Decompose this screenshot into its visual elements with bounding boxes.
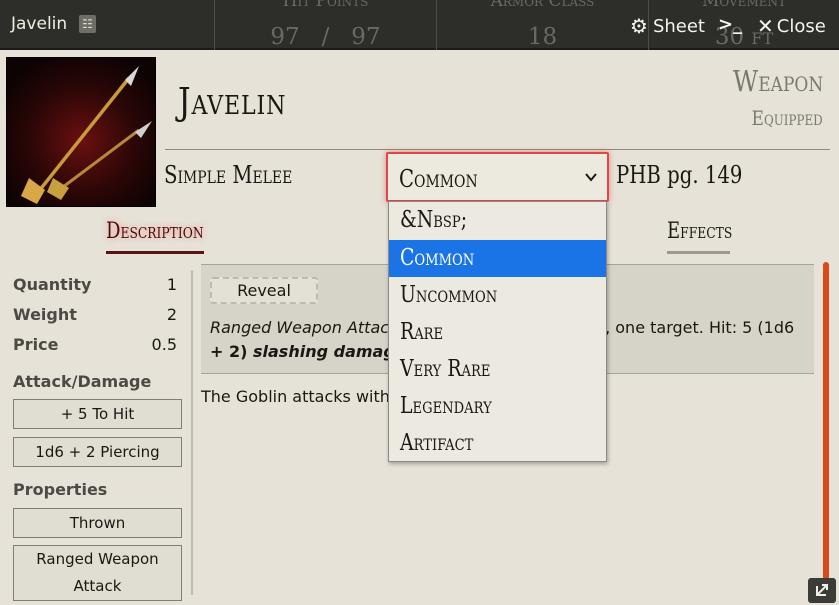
hit-points-value: 97 / 97 <box>270 24 381 50</box>
property-thrown-tag[interactable]: Thrown <box>13 508 182 538</box>
damage-tag[interactable]: 1d6 + 2 Piercing <box>13 437 182 467</box>
tab-effects[interactable]: Effects <box>667 219 732 244</box>
close-button-label: Close <box>776 15 826 37</box>
armor-class-stat: Armor Class 18 <box>436 0 648 50</box>
chevron-down-icon <box>585 173 597 182</box>
header-divider <box>165 149 830 150</box>
scrollbar[interactable] <box>823 262 829 580</box>
source-reference: PHB pg. 149 <box>616 161 743 189</box>
to-hit-tag[interactable]: + 5 To Hit <box>13 399 182 429</box>
rarity-option-very-rare[interactable]: Very Rare <box>389 351 606 388</box>
quantity-label: Quantity <box>13 275 92 294</box>
resize-icon <box>816 584 828 596</box>
weight-row: Weight 2 <box>13 305 177 327</box>
description-body: The Goblin attacks with <box>201 387 390 406</box>
damage-bonus: + 2) <box>210 342 248 361</box>
item-image[interactable] <box>6 57 156 207</box>
quantity-row: Quantity 1 <box>13 275 177 297</box>
tab-description[interactable]: Description <box>106 219 204 244</box>
weapon-subtype: Simple Melee <box>164 161 293 189</box>
armor-class-value: 18 <box>527 24 558 50</box>
window-title: Javelin <box>11 14 68 34</box>
price-row: Price 0.5 <box>13 335 177 357</box>
close-icon: ✕ <box>757 14 774 38</box>
quantity-value[interactable]: 1 <box>167 275 177 294</box>
rarity-option-common[interactable]: Common <box>389 240 606 277</box>
price-value[interactable]: 0.5 <box>152 335 177 354</box>
item-name[interactable]: Javelin <box>178 80 286 123</box>
item-status: Equipped <box>751 106 823 130</box>
item-type: Weapon <box>732 64 823 98</box>
resize-handle[interactable] <box>808 578 836 603</box>
properties-heading: Properties <box>13 480 108 499</box>
close-button[interactable]: ✕ Close <box>757 14 826 38</box>
rarity-selected-value: Common <box>399 165 478 193</box>
movement-label: Movement <box>701 0 786 11</box>
rarity-dropdown-list[interactable]: &Nbsp; Common Uncommon Rare Very Rare Le… <box>388 201 607 462</box>
property-ranged-attack-tag[interactable]: Ranged Weapon Attack <box>13 545 182 601</box>
sheet-button-label: Sheet <box>652 15 705 37</box>
rarity-select[interactable]: Common <box>386 152 609 202</box>
globe-icon[interactable]: ☷ <box>79 15 96 33</box>
price-label: Price <box>13 335 59 354</box>
rarity-option-rare[interactable]: Rare <box>389 314 606 351</box>
property-ranged-line2: Attack <box>73 577 122 595</box>
damage-type-text: slashing damage <box>253 342 406 361</box>
rarity-option-artifact[interactable]: Artifact <box>389 425 606 462</box>
tab-description-underline <box>106 251 204 254</box>
weight-label: Weight <box>13 305 77 324</box>
gear-icon: ⚙ <box>630 14 648 38</box>
rarity-option-uncommon[interactable]: Uncommon <box>389 277 606 314</box>
tab-effects-underline <box>667 251 730 254</box>
terminal-icon: >_ <box>718 14 743 35</box>
armor-class-label: Armor Class <box>490 0 595 11</box>
property-ranged-line1: Ranged Weapon <box>36 550 159 568</box>
terminal-button[interactable]: >_ <box>718 14 742 35</box>
sheet-button[interactable]: ⚙ Sheet <box>630 14 705 38</box>
attack-damage-heading: Attack/Damage <box>13 372 152 391</box>
hit-points-stat: Hit Points 97 / 97 <box>214 0 436 50</box>
attack-description-start: Ranged Weapon Attack <box>210 318 399 337</box>
damage-description: + 2) slashing damage <box>210 342 406 361</box>
sidebar-divider <box>191 270 193 595</box>
attack-description-end: ., one target. Hit: 5 (1d6 <box>600 318 795 337</box>
javelin-image-icon <box>7 58 155 206</box>
window-title-bar[interactable]: Javelin ☷ Hit Points 97 / 97 Armor Class… <box>0 0 839 50</box>
hit-points-label: Hit Points <box>282 0 369 11</box>
rarity-option-legendary[interactable]: Legendary <box>389 388 606 425</box>
weight-value[interactable]: 2 <box>167 305 177 324</box>
rarity-option-nbsp[interactable]: &Nbsp; <box>389 202 606 239</box>
reveal-button[interactable]: Reveal <box>210 277 318 304</box>
